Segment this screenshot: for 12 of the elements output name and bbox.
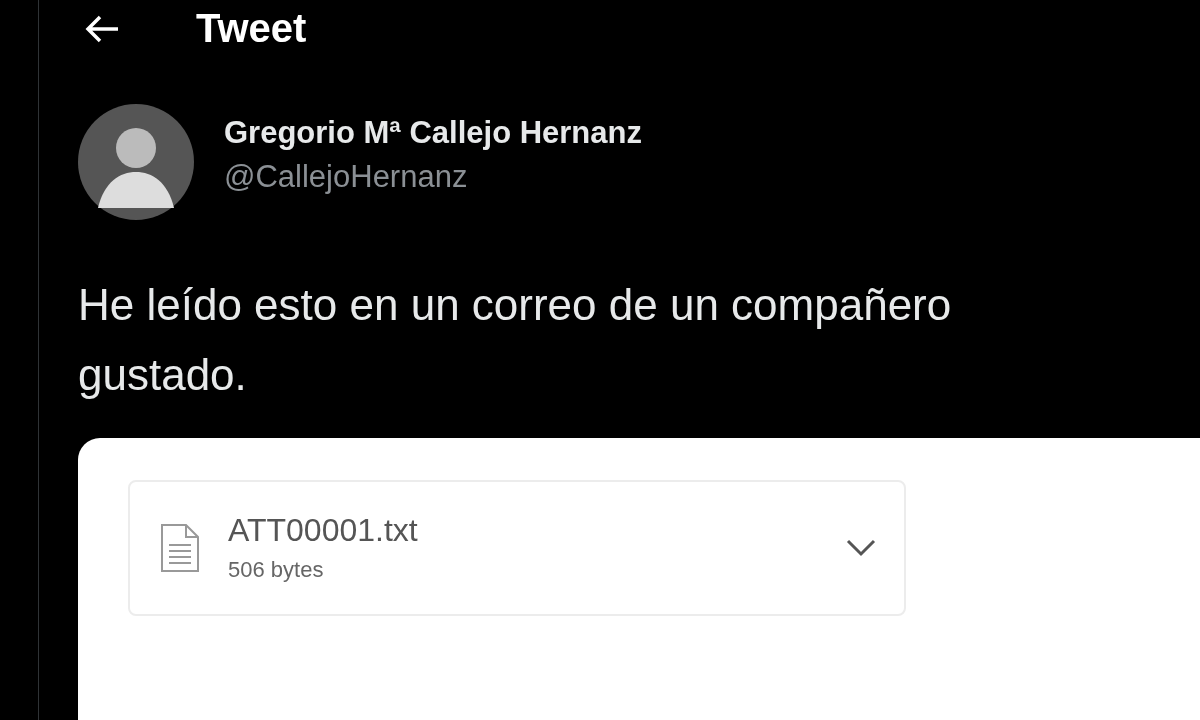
file-name: ATT00001.txt	[228, 512, 419, 550]
chevron-down-icon[interactable]	[846, 538, 876, 557]
tweet-text: He leído esto en un correo de un compañero gustado.	[78, 278, 953, 401]
attachment-card[interactable]: ATT00001.txt 506 bytes	[128, 479, 906, 616]
author-handle[interactable]: @CallejoHernanz	[224, 158, 642, 195]
back-arrow-icon[interactable]	[84, 13, 120, 44]
author-name[interactable]: Gregorio Mª Callejo Hernanz	[224, 114, 642, 151]
avatar[interactable]	[78, 103, 194, 220]
document-icon	[160, 522, 200, 573]
page-title: Tweet	[196, 6, 307, 52]
attached-image[interactable]: ATT00001.txt 506 bytes	[78, 437, 1200, 720]
file-size: 506 bytes	[228, 557, 325, 584]
